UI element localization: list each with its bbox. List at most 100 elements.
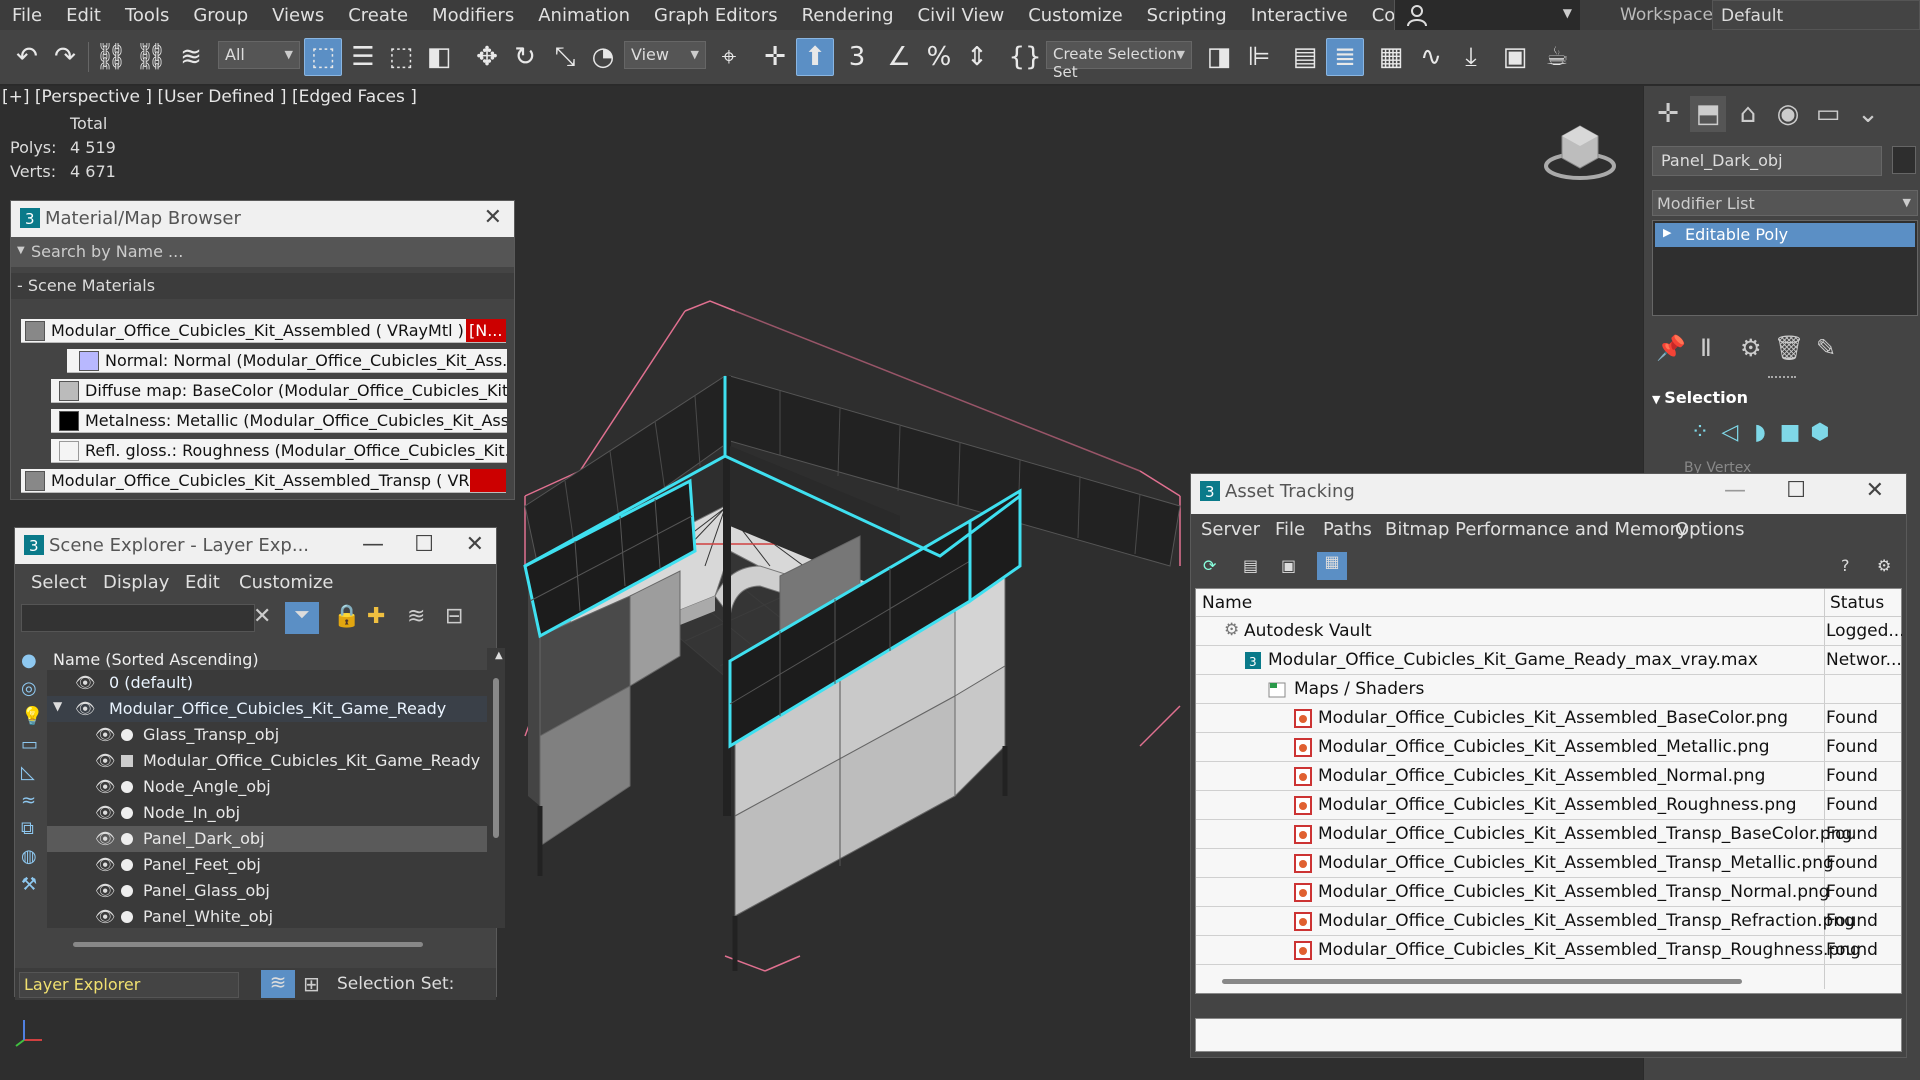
menu-select[interactable]: Select (31, 572, 87, 593)
help-icon[interactable]: ? (1841, 556, 1850, 575)
menu-animation[interactable]: Animation (526, 5, 642, 26)
scene-explorer-titlebar[interactable]: 3 Scene Explorer - Layer Exp... — ☐ ✕ (15, 528, 496, 564)
hierarchy-toggle-icon[interactable]: ⊞ (303, 972, 320, 996)
keyboard-shortcut-override-icon[interactable]: ⬆ (796, 38, 834, 76)
name-column-header[interactable]: Name (Sorted Ascending) (47, 648, 487, 670)
select-manipulate-icon[interactable]: ✛ (756, 38, 794, 76)
object-row[interactable]: 👁 Modular_Office_Cubicles_Kit_Game_Ready (47, 748, 487, 774)
layers-toggle-icon[interactable]: ≋ (261, 970, 295, 998)
visibility-eye-icon[interactable]: 👁 (75, 699, 95, 718)
object-row[interactable]: 👁 Panel_Glass_obj (47, 878, 487, 904)
display-groups-icon[interactable]: ⧉ (21, 818, 45, 846)
object-row[interactable]: 👁 Glass_Transp_obj (47, 722, 487, 748)
vertex-mode-icon[interactable]: ⁘ (1686, 420, 1714, 446)
asset-row-bitmap[interactable]: Modular_Office_Cubicles_Kit_Assembled_Tr… (1196, 878, 1901, 907)
scale-icon[interactable]: ⤡ (546, 38, 584, 76)
display-space-warps-icon[interactable]: ≈ (21, 790, 45, 818)
display-shapes-icon[interactable]: ◎ (21, 678, 45, 706)
place-icon[interactable]: ◔ (584, 38, 622, 76)
display-geometry-icon[interactable]: ● (21, 650, 45, 678)
undo-icon[interactable]: ↶ (8, 38, 46, 76)
vertical-scrollbar[interactable] (493, 678, 499, 838)
object-row-selected[interactable]: 👁 Panel_Dark_obj (47, 826, 487, 852)
scene-explorer-find-input[interactable] (21, 604, 255, 632)
modifier-stack-item[interactable]: Editable Poly (1655, 223, 1915, 247)
object-row[interactable]: 👁 Node_Angle_obj (47, 774, 487, 800)
cubicle-model[interactable] (480, 266, 1200, 986)
object-row[interactable]: 👁 Panel_Feet_obj (47, 852, 487, 878)
visibility-eye-icon[interactable]: 👁 (95, 829, 115, 848)
menu-rendering[interactable]: Rendering (790, 5, 906, 26)
asset-row-max-file[interactable]: 3 Modular_Office_Cubicles_Kit_Game_Ready… (1196, 646, 1902, 675)
user-account-dropdown[interactable]: ▼ (1394, 0, 1580, 30)
menu-create[interactable]: Create (336, 5, 420, 26)
expand-arrow-icon[interactable]: ▶ (1663, 226, 1671, 239)
asset-row-bitmap[interactable]: Modular_Office_Cubicles_Kit_Assembled_Tr… (1196, 849, 1901, 878)
modifier-list-dropdown[interactable]: Modifier List ▼ (1652, 190, 1918, 216)
asset-row-maps-folder[interactable]: Maps / Shaders (1196, 675, 1901, 704)
add-layer-icon[interactable]: ✚ (367, 604, 385, 629)
asset-row-bitmap[interactable]: Modular_Office_Cubicles_Kit_Assembled_Ba… (1196, 704, 1901, 733)
asset-row-bitmap[interactable]: Modular_Office_Cubicles_Kit_Assembled_Me… (1196, 733, 1901, 762)
remove-modifier-icon[interactable]: 🗑 (1774, 334, 1804, 362)
viewcube-icon[interactable] (1540, 114, 1620, 186)
percent-snap-icon[interactable]: % (920, 38, 958, 76)
clear-filter-icon[interactable]: ✕ (253, 604, 271, 629)
material-search-input[interactable]: ▼ Search by Name ... (11, 237, 514, 267)
workspaces-select[interactable]: Default (1712, 0, 1920, 30)
close-icon[interactable]: ✕ (466, 532, 484, 557)
hierarchy-tab-icon[interactable]: ⌂ (1730, 96, 1766, 132)
object-row[interactable]: 👁 Panel_White_obj (47, 904, 487, 930)
status-column-header[interactable]: Status (1830, 593, 1884, 613)
layer-row-default[interactable]: 👁 0 (default) (47, 670, 487, 696)
make-unique-icon[interactable]: ⚙ (1740, 334, 1762, 362)
horizontal-scrollbar[interactable] (1222, 979, 1742, 984)
lock-icon[interactable]: 🔒 (333, 604, 360, 629)
minimize-icon[interactable]: — (362, 532, 384, 557)
minimize-icon[interactable]: — (1724, 478, 1746, 503)
rotate-icon[interactable]: ↻ (506, 38, 544, 76)
material-editor-icon[interactable]: ▣ (1496, 38, 1534, 76)
visibility-eye-icon[interactable]: 👁 (95, 803, 115, 822)
display-tab-icon[interactable]: ▭ (1810, 96, 1846, 132)
filter-icon[interactable]: ⏷ (285, 602, 319, 634)
snaps-toggle-icon[interactable]: 3 (838, 38, 876, 76)
visibility-eye-icon[interactable]: 👁 (75, 673, 95, 692)
pivot-center-icon[interactable]: ⌖ (710, 38, 748, 76)
menu-group[interactable]: Group (181, 5, 260, 26)
thumbnail-view-icon[interactable]: ▣ (1281, 556, 1296, 575)
spinner-snap-icon[interactable]: ⇕ (958, 38, 996, 76)
bind-space-warp-icon[interactable]: ≋ (172, 38, 210, 76)
visibility-eye-icon[interactable]: 👁 (95, 855, 115, 874)
angle-snap-icon[interactable]: ∠ (880, 38, 918, 76)
horizontal-scrollbar[interactable] (73, 942, 423, 947)
menu-options[interactable]: Options (1675, 519, 1744, 540)
asset-row-vault[interactable]: ⚙ Autodesk Vault Logged... (1196, 617, 1902, 646)
scene-materials-section[interactable]: - Scene Materials (11, 273, 514, 299)
window-crossing-icon[interactable]: ◧ (420, 38, 458, 76)
material-row[interactable]: Modular_Office_Cubicles_Kit_Assembled ( … (21, 319, 506, 343)
utilities-tab-icon[interactable]: ⌄ (1850, 96, 1886, 132)
menu-customize[interactable]: Customize (239, 572, 333, 593)
edit-named-selection-icon[interactable]: {} (1006, 38, 1044, 76)
asset-row-bitmap[interactable]: Modular_Office_Cubicles_Kit_Assembled_No… (1196, 762, 1901, 791)
menu-modifiers[interactable]: Modifiers (420, 5, 526, 26)
rectangular-selection-icon[interactable]: ⬚ (382, 38, 420, 76)
hierarchy-icon[interactable]: ⊟ (445, 604, 463, 629)
asset-row-bitmap[interactable]: Modular_Office_Cubicles_Kit_Assembled_Tr… (1196, 936, 1901, 965)
named-selection-set-dropdown[interactable]: Create Selection Set ▼ (1046, 41, 1192, 81)
selection-filter-dropdown[interactable]: All ▼ (218, 41, 300, 69)
menu-bitmap-performance[interactable]: Bitmap Performance and Memory (1385, 519, 1688, 540)
border-mode-icon[interactable]: ◗ (1746, 420, 1774, 446)
visibility-eye-icon[interactable]: 👁 (95, 725, 115, 744)
asset-row-bitmap[interactable]: Modular_Office_Cubicles_Kit_Assembled_Ro… (1196, 791, 1901, 820)
redo-icon[interactable]: ↷ (46, 38, 84, 76)
visibility-eye-icon[interactable]: 👁 (95, 907, 115, 926)
element-mode-icon[interactable]: ⬢ (1806, 420, 1834, 446)
select-object-icon[interactable]: ⬚ (304, 38, 342, 76)
table-view-icon[interactable]: ▦ (1317, 552, 1347, 580)
toggle-ribbon-icon[interactable]: ▦ (1372, 38, 1410, 76)
visibility-eye-icon[interactable]: 👁 (95, 777, 115, 796)
menu-server[interactable]: Server (1201, 519, 1260, 540)
close-icon[interactable]: ✕ (1866, 478, 1884, 503)
